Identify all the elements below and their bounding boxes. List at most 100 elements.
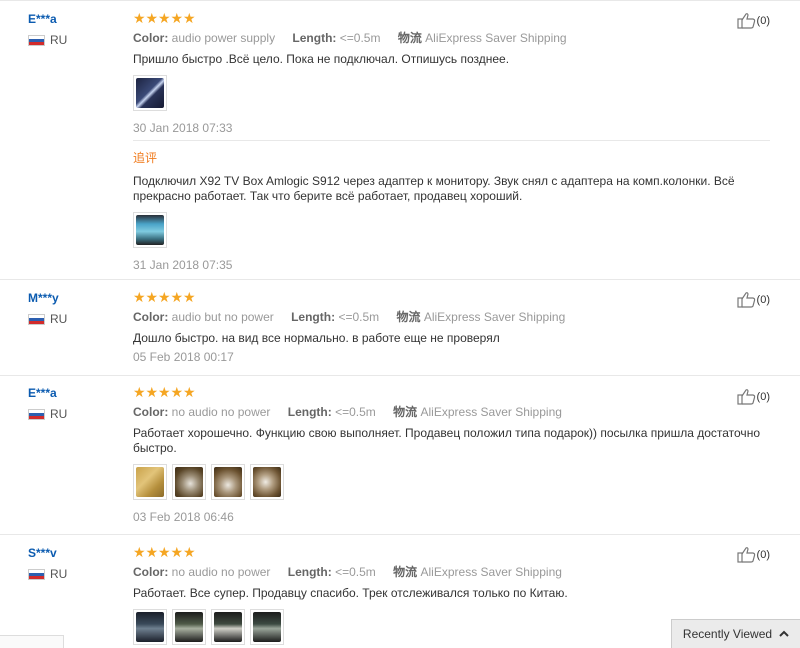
helpful-count: (0) [756,390,770,403]
review-photo[interactable] [211,609,245,645]
shipping-value: AliExpress Saver Shipping [425,31,567,45]
color-label: Color: [133,565,169,579]
reviewer-country: RU [28,567,118,581]
reviewer-country: RU [28,407,118,421]
star-icon: ★ [183,10,196,26]
review-content: ★ ★ ★ ★ ★ Color: audio power supply Length: … [133,10,773,135]
review-photo[interactable] [172,609,206,645]
review-date: 05 Feb 2018 00:17 [133,350,234,364]
color-label: Color: [133,310,169,324]
shipping-label: 物流 [397,31,422,45]
ru-flag-icon [28,408,45,420]
reviewer-country: RU [28,33,118,47]
review-date: 03 Feb 2018 06:46 [133,510,234,524]
reviewer-info: E***a RU [28,386,118,421]
country-code: RU [50,33,68,47]
reviewer-name[interactable]: E***a [28,12,118,26]
helpful-count: (0) [756,14,770,27]
review-photo[interactable] [133,212,167,248]
review-photo[interactable] [211,464,245,500]
helpful-button[interactable]: (0) [736,291,770,308]
star-icon: ★ [170,384,184,400]
shipping-label: 物流 [396,310,421,324]
helpful-button[interactable]: (0) [736,388,770,405]
star-icon: ★ [133,544,146,560]
reviewer-info: E***a RU [28,12,118,47]
star-icon: ★ [145,289,159,305]
shipping-label: 物流 [393,565,418,579]
reviewer-info: S***v RU [28,546,118,581]
additional-text: Подключил X92 TV Box Amlogic S912 через … [133,174,735,203]
length-value: <=0.5m [338,310,380,324]
country-code: RU [50,312,68,326]
helpful-button[interactable]: (0) [736,12,770,29]
thumbs-up-icon [736,389,755,405]
reviewer-name[interactable]: M***y [28,291,118,305]
star-icon: ★ [133,289,146,305]
star-icon: ★ [183,384,196,400]
additional-feedback-label: 追评 [133,151,158,165]
shipping-value: AliExpress Saver Shipping [423,310,566,324]
review-content: ★ ★ ★ ★ ★ Color: no audio no power Length: <… [133,384,773,524]
chevron-up-icon [779,630,789,637]
length-label: Length: [287,405,332,419]
review-photo[interactable] [250,609,284,645]
ru-flag-icon [28,34,45,46]
length-value: <=0.5m [335,565,376,579]
star-icon: ★ [170,544,184,560]
color-label: Color: [133,31,169,45]
star-icon: ★ [145,10,159,26]
feedback-side-tab[interactable] [0,635,64,648]
length-value: <=0.5m [339,31,381,45]
star-icon: ★ [158,10,171,26]
review-photo[interactable] [133,609,167,645]
reviewer-name[interactable]: S***v [28,546,118,560]
review-divider [0,279,800,280]
order-info: Color: no audio no power Length: <=0.5m … [133,565,773,579]
star-icon: ★ [183,544,196,560]
helpful-button[interactable]: (0) [736,546,770,563]
review-divider [0,534,800,535]
star-icon: ★ [170,289,184,305]
review-photo[interactable] [133,464,167,500]
color-value: audio but no power [171,310,274,324]
additional-divider [133,140,770,141]
review-text: Пришло быстро .Всё цело. Пока не подключ… [133,52,510,66]
order-info: Color: audio power supply Length: <=0.5m… [133,31,773,45]
review-photo[interactable] [172,464,206,500]
star-icon: ★ [145,544,159,560]
review-photo[interactable] [250,464,284,500]
helpful-count: (0) [756,548,770,561]
star-rating: ★ ★ ★ ★ ★ [133,544,773,560]
reviewer-info: M***y RU [28,291,118,326]
recently-viewed-label: Recently Viewed [682,627,773,641]
reviewer-name[interactable]: E***a [28,386,118,400]
length-value: <=0.5m [335,405,376,419]
review-photo[interactable] [133,75,167,111]
review-date: 30 Jan 2018 07:33 [133,121,233,135]
shipping-label: 物流 [393,405,418,419]
review-text: Работает. Все супер. Продавцу спасибо. Т… [133,586,568,600]
star-icon: ★ [158,544,171,560]
star-icon: ★ [170,10,184,26]
shipping-value: AliExpress Saver Shipping [420,405,562,419]
additional-date: 31 Jan 2018 07:35 [133,258,233,272]
color-value: no audio no power [171,405,271,419]
star-icon: ★ [183,289,196,305]
top-divider [0,0,800,1]
review-photos [133,75,773,111]
color-value: no audio no power [171,565,271,579]
thumbs-up-icon [736,547,755,563]
length-label: Length: [287,565,332,579]
reviewer-country: RU [28,312,118,326]
length-label: Length: [292,31,337,45]
star-icon: ★ [158,289,171,305]
recently-viewed-button[interactable]: Recently Viewed [671,619,800,648]
country-code: RU [50,407,68,421]
review-divider [0,375,800,376]
review-content: ★ ★ ★ ★ ★ Color: audio but no power Length: … [133,289,773,364]
review-photos [133,464,773,500]
thumbs-up-icon [736,292,755,308]
order-info: Color: no audio no power Length: <=0.5m … [133,405,773,419]
country-code: RU [50,567,68,581]
